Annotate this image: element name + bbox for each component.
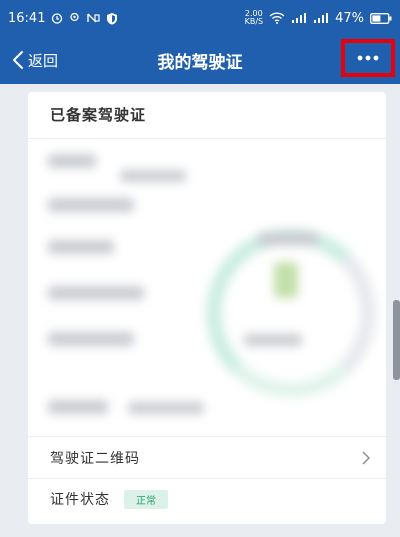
- shield-icon: [106, 12, 118, 25]
- battery-percent: 47%: [335, 10, 364, 26]
- status-label: 证件状态: [50, 492, 110, 508]
- blurred-license-details: [28, 140, 386, 430]
- nfc-icon: [86, 12, 101, 24]
- status-badge: 正常: [124, 489, 168, 509]
- status-time: 16:41: [8, 10, 46, 26]
- page-title: 我的驾驶证: [157, 53, 243, 73]
- alarm-icon: [51, 12, 63, 24]
- network-speed: 2.00 KB/S: [244, 9, 264, 26]
- nav-bar: 返回 我的驾驶证: [0, 36, 400, 84]
- signal-4g-icon: [313, 12, 329, 24]
- scrollbar[interactable]: [393, 300, 400, 380]
- qr-code-label: 驾驶证二维码: [50, 451, 140, 467]
- location-icon: [69, 12, 80, 24]
- chevron-right-icon: [362, 451, 370, 465]
- signal-icon: [291, 12, 307, 24]
- more-button[interactable]: [341, 39, 395, 77]
- card-title: 已备案驾驶证: [50, 106, 147, 124]
- divider: [28, 138, 386, 139]
- divider: [28, 436, 386, 437]
- status-row: 证件状态 正常: [50, 489, 370, 509]
- wifi-icon: [269, 12, 285, 24]
- status-bar: 16:41 2.00 KB/S 47%: [0, 0, 400, 36]
- license-card: 已备案驾驶证 驾驶证二维码 证件状态 正常: [28, 92, 386, 524]
- divider: [28, 478, 386, 479]
- more-dots-icon: [357, 55, 379, 61]
- qr-code-row[interactable]: 驾驶证二维码: [50, 448, 370, 468]
- battery-icon: [370, 12, 392, 24]
